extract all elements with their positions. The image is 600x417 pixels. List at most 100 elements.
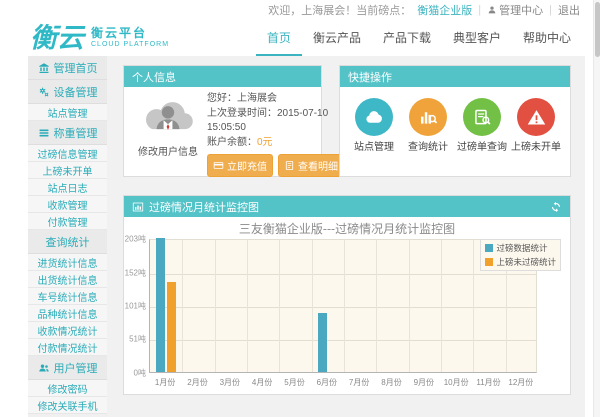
sidebar-item[interactable]: 付款管理 [28,213,107,230]
vertical-scrollbar[interactable] [593,0,600,417]
quick-action[interactable]: 站点管理 [348,98,400,154]
gridline-vertical [344,240,345,372]
x-axis-tick: 2月份 [187,377,207,388]
y-axis-tick: 152吨 [124,267,146,278]
gridline-vertical [473,240,474,372]
logo-subtitle: CLOUD PLATFORM [91,41,169,49]
legend-entry[interactable]: 过磅数据统计 [485,242,556,254]
view-detail-button[interactable]: 查看明细 [278,154,344,177]
sidebar-item[interactable]: 付款情况统计 [28,339,107,356]
y-axis-tick: 101吨 [124,301,146,312]
quick-action[interactable]: 上磅未开单 [510,98,562,154]
sidebar-section-header[interactable]: 查询统计 [28,230,107,254]
quick-action[interactable]: 过磅单查询 [456,98,508,154]
x-axis-tick: 11月份 [476,377,500,388]
nav-tab[interactable]: 典型客户 [442,20,512,56]
sidebar-item[interactable]: 车号统计信息 [28,288,107,305]
quick-actions-panel: 快捷操作 站点管理查询统计过磅单查询上磅未开单 [339,65,571,177]
nav-tab[interactable]: 产品下载 [372,20,442,56]
y-axis-tick: 0吨 [124,368,146,379]
sidebar-item[interactable]: 站点管理 [28,104,107,121]
cloud-icon [355,98,393,136]
sidebar-item[interactable]: 收款管理 [28,196,107,213]
separator: | [478,4,481,16]
quick-action-label: 查询统计 [402,141,454,154]
quick-action[interactable]: 查询统计 [402,98,454,154]
sidebar-item[interactable]: 修改关联手机 [28,397,107,414]
logo-title: 衡云平台 [91,27,169,41]
sidebar-section-header[interactable]: 用户管理 [28,356,107,380]
warning-icon [517,98,555,136]
nav-tab[interactable]: 首页 [256,20,302,56]
x-axis-tick: 1月份 [155,377,175,388]
topbar: 欢迎，上海展会！当前磅点： 衡猫企业版 | 管理中心 | 退出 [0,0,600,20]
recharge-button[interactable]: 立即充值 [207,154,273,177]
gridline-vertical [247,240,248,372]
sidebar: 管理首页设备管理站点管理称重管理过磅信息管理上磅未开单站点日志收款管理付款管理查… [28,56,107,417]
sidebar-item[interactable]: 站点日志 [28,179,107,196]
separator: | [549,4,552,16]
legend-label: 上磅未过磅统计 [496,256,556,268]
detail-icon [284,160,295,171]
sidebar-section-header[interactable]: 称重管理 [28,121,107,145]
last-login-text: 上次登录时间：2015-07-10 15:05:50 [207,107,344,136]
legend-swatch [485,258,493,266]
nav-tab[interactable]: 帮助中心 [512,20,582,56]
sidebar-section-header[interactable]: 设备管理 [28,80,107,104]
gridline-vertical [409,240,410,372]
logo-script-text: 衡云 [30,25,84,52]
x-axis-tick: 4月份 [252,377,272,388]
quick-panel-title: 快捷操作 [348,69,392,85]
quick-panel-header: 快捷操作 [340,66,570,87]
quick-action-label: 上磅未开单 [510,141,562,154]
header: 衡云 衡云平台 CLOUD PLATFORM 首页衡云产品产品下载典型客户帮助中… [0,20,600,56]
bank-icon [38,62,50,74]
users-icon [38,362,50,374]
sidebar-item[interactable]: 过磅信息管理 [28,145,107,162]
chart-image-icon [132,201,144,213]
sidebar-section-label: 称重管理 [54,125,98,141]
legend-entry[interactable]: 上磅未过磅统计 [485,256,556,268]
user-avatar [138,92,198,138]
quick-action-label: 过磅单查询 [456,141,508,154]
gridline-vertical [376,240,377,372]
balance-value: 0元 [257,137,273,148]
chart-title: 三友衡猫企业版---过磅情况月统计监控图 [124,217,570,237]
sidebar-item[interactable]: 修改密码 [28,380,107,397]
welcome-text: 欢迎，上海展会！当前磅点： [268,2,411,18]
gridline-vertical [441,240,442,372]
page-layout: 管理首页设备管理站点管理称重管理过磅信息管理上磅未开单站点日志收款管理付款管理查… [28,56,585,417]
main-content: 个人信息 修改用户信息 您好：上海展会 [107,56,585,417]
personal-panel-title: 个人信息 [132,69,176,85]
gridline [150,340,536,341]
sidebar-item[interactable]: 品种统计信息 [28,305,107,322]
sidebar-item[interactable]: 进货统计信息 [28,254,107,271]
edit-user-info-link[interactable]: 修改用户信息 [131,143,205,158]
chart-panel-header: 过磅情况月统计监控图 [124,196,570,217]
card-icon [213,160,224,171]
nav-tab[interactable]: 衡云产品 [302,20,372,56]
sidebar-item[interactable]: 出货统计信息 [28,271,107,288]
chart-plot-area [149,239,537,373]
sidebar-section-label: 查询统计 [46,234,90,250]
x-axis-tick: 6月份 [317,377,337,388]
admin-center-link[interactable]: 管理中心 [487,2,543,18]
chart-bar [318,313,327,372]
refresh-icon[interactable] [550,201,562,213]
list-icon [38,127,50,139]
logout-link[interactable]: 退出 [558,2,580,18]
legend-label: 过磅数据统计 [496,242,547,254]
personal-panel-header: 个人信息 [124,66,321,87]
sidebar-section-header[interactable]: 管理首页 [28,56,107,80]
sidebar-item[interactable]: 收款情况统计 [28,322,107,339]
y-axis-tick: 203吨 [124,234,146,245]
person-icon [487,5,497,15]
balance-line: 账户余额：0元 [207,136,344,151]
x-axis-tick: 8月份 [381,377,401,388]
current-site-link[interactable]: 衡猫企业版 [417,2,472,18]
sidebar-item[interactable]: 上磅未开单 [28,162,107,179]
scrollbar-thumb[interactable] [595,2,600,57]
gridline-vertical [312,240,313,372]
logo[interactable]: 衡云 衡云平台 CLOUD PLATFORM [30,25,169,52]
sidebar-section-label: 管理首页 [54,60,98,76]
